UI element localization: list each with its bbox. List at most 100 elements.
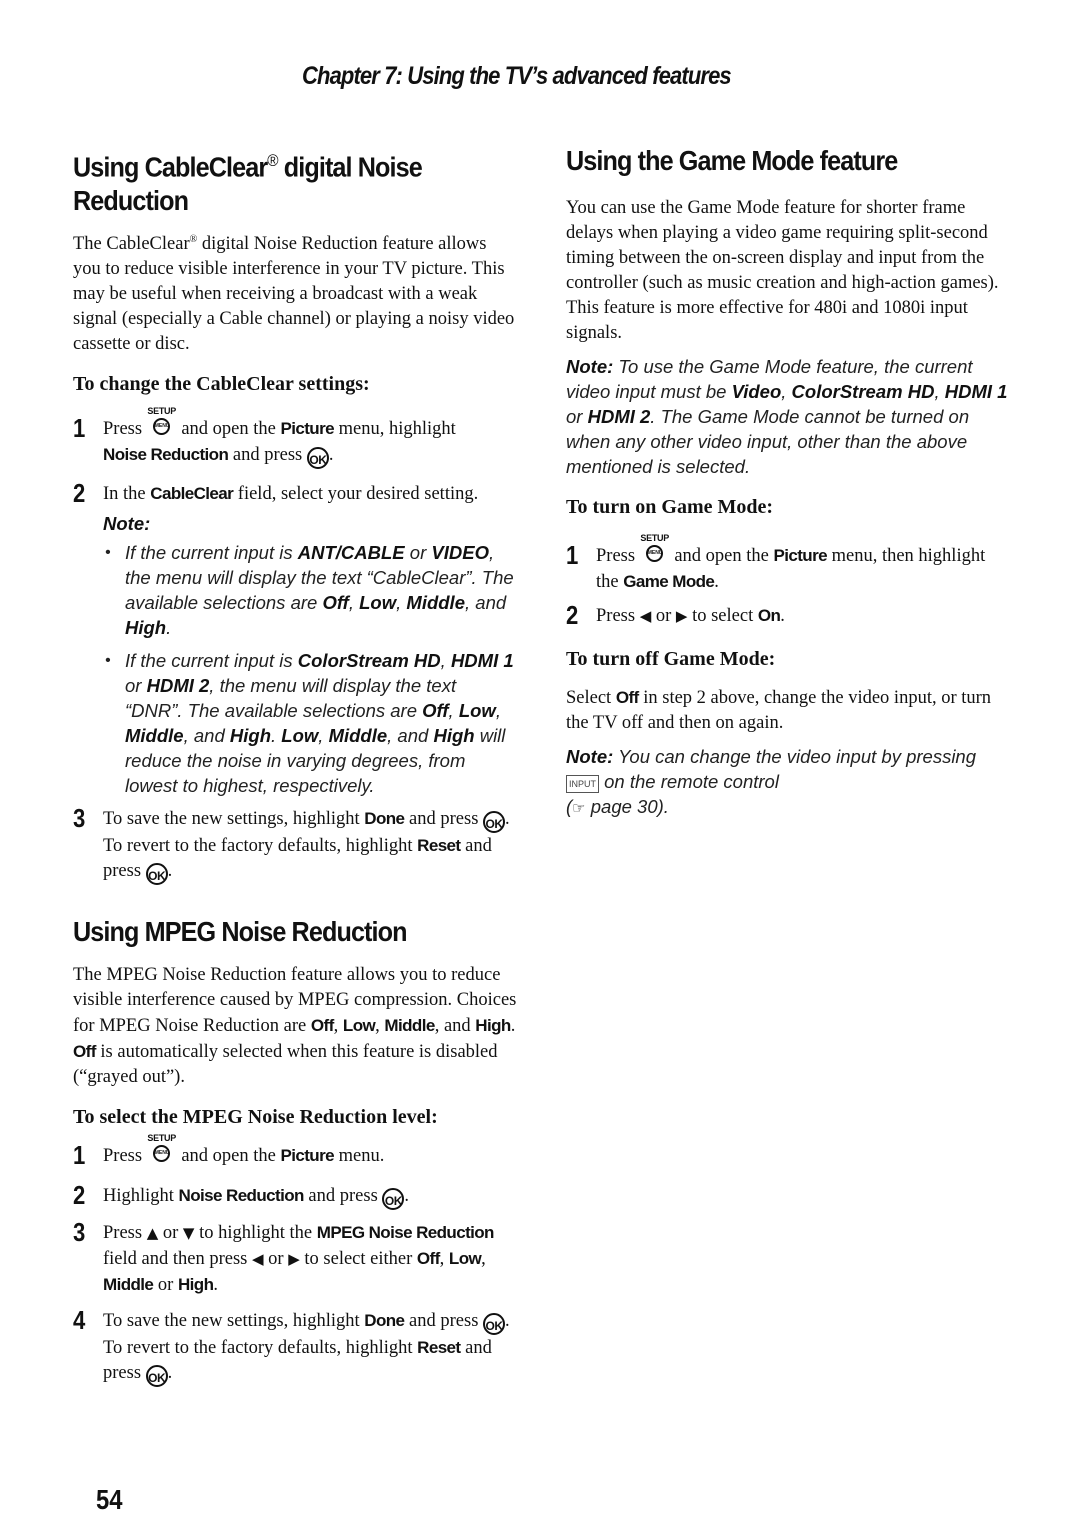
text: , xyxy=(448,700,459,722)
ui-term: HDMI 1 xyxy=(450,650,514,672)
text: to select xyxy=(687,606,758,626)
ui-term: Middle xyxy=(384,1016,435,1036)
text: , xyxy=(440,650,451,672)
text: , xyxy=(396,592,407,614)
turn-off-text: Select Off in step 2 above, change the v… xyxy=(566,685,1011,736)
step-number: 3 xyxy=(73,803,86,834)
text: To save the new settings, highlight xyxy=(103,809,365,830)
text: , and xyxy=(183,725,230,747)
text: or xyxy=(153,1275,178,1296)
text: , xyxy=(318,725,329,747)
left-arrow-icon: ◀ xyxy=(639,607,652,625)
ok-button-icon: OK xyxy=(483,811,506,834)
text: . xyxy=(166,617,172,639)
setup-label: SETUP xyxy=(147,406,176,417)
page-reference-link[interactable]: page 30). xyxy=(586,796,669,817)
text: To revert to the factory defaults, highl… xyxy=(103,1338,418,1359)
text: or xyxy=(651,606,676,626)
mpeg-step-1: 1 Press SETUP MENU and open the Picture m… xyxy=(73,1133,518,1171)
ui-term: Middle xyxy=(406,592,465,614)
text: Press xyxy=(103,419,147,440)
ui-term: Middle xyxy=(103,1275,154,1295)
ui-term: On xyxy=(757,606,781,625)
ui-term: Noise Reduction xyxy=(178,1186,305,1206)
ui-term: High xyxy=(177,1275,214,1295)
step-number: 1 xyxy=(73,1140,86,1171)
text: , xyxy=(481,1249,486,1270)
step-number: 1 xyxy=(73,413,86,444)
text: In the xyxy=(103,484,151,505)
text: or xyxy=(158,1223,183,1244)
text: The CableClear xyxy=(73,234,190,255)
cableclear-step-1: 1 Press SETUP MENU and open the Picture m… xyxy=(73,406,518,470)
step-number: 3 xyxy=(73,1217,86,1248)
menu-label: MENU xyxy=(152,418,170,436)
ui-term: HDMI 1 xyxy=(944,381,1008,402)
ui-term: Noise Reduction xyxy=(103,445,229,465)
turn-off-heading: To turn off Game Mode: xyxy=(566,648,776,670)
heading-text: Reduction xyxy=(73,185,189,217)
ui-term: Low xyxy=(281,725,319,747)
note-label: Note: xyxy=(103,511,518,536)
text: , xyxy=(348,592,360,614)
bullet-icon: • xyxy=(105,544,111,562)
ui-term: VIDEO xyxy=(431,542,489,564)
step-number: 2 xyxy=(73,1180,86,1211)
mpeg-step-4: 4 To save the new settings, highlight Do… xyxy=(73,1305,518,1388)
cableclear-heading: Using CableClear® digital Noise Reductio… xyxy=(73,144,474,218)
ui-term: Off xyxy=(422,700,449,722)
note-label: Note: xyxy=(566,356,614,377)
note-item: • If the current input is ColorStream HD… xyxy=(103,648,518,798)
text: or xyxy=(263,1249,289,1270)
text: and press xyxy=(303,1186,383,1207)
ui-term: Low xyxy=(359,592,397,614)
step-number: 2 xyxy=(566,600,579,630)
heading-text: Using CableClear xyxy=(73,151,268,183)
ui-term: Off xyxy=(416,1249,440,1269)
text: to highlight the xyxy=(194,1223,317,1244)
text: . xyxy=(167,861,173,882)
right-arrow-icon: ▶ xyxy=(675,607,688,625)
text: . xyxy=(780,606,785,626)
mpeg-heading: Using MPEG Noise Reduction xyxy=(73,916,408,948)
text: Press xyxy=(596,606,640,626)
game-mode-intro: You can use the Game Mode feature for sh… xyxy=(566,198,999,293)
ui-term: Picture xyxy=(280,1146,334,1166)
cableclear-step-3: 3 To save the new settings, highlight Do… xyxy=(73,803,518,886)
setup-menu-button-icon: SETUP MENU xyxy=(147,406,177,438)
turn-on-step-1: 1 Press SETUP MENU and open the Picture m… xyxy=(566,533,1011,595)
left-column: Using CableClear® digital Noise Reductio… xyxy=(73,140,518,1388)
text: . xyxy=(213,1275,218,1296)
input-button-icon: INPUT xyxy=(566,775,599,793)
turn-on-heading: To turn on Game Mode: xyxy=(566,496,774,518)
page-number: 54 xyxy=(96,1484,123,1515)
bullet-icon: • xyxy=(105,652,111,670)
ui-term: ColorStream HD xyxy=(791,381,935,402)
text: . xyxy=(505,809,510,830)
text: If the current input is xyxy=(125,542,298,564)
text: Press xyxy=(103,1223,147,1244)
menu-label: MENU xyxy=(645,545,663,562)
ui-term: ColorStream HD xyxy=(297,650,441,672)
text: or xyxy=(404,542,432,564)
ui-term: Picture xyxy=(280,419,334,439)
mpeg-step-2: 2 Highlight Noise Reduction and press OK… xyxy=(73,1180,518,1211)
text: is automatically selected when this feat… xyxy=(73,1042,498,1088)
ui-term: HDMI 2 xyxy=(587,406,651,427)
game-mode-heading: Using the Game Mode feature xyxy=(566,145,898,176)
ui-term: Middle xyxy=(328,725,388,747)
text: or xyxy=(566,406,588,427)
text: , xyxy=(781,381,792,402)
text: If the current input is xyxy=(125,650,298,672)
text: , and xyxy=(387,725,434,747)
text: menu. xyxy=(333,1146,385,1167)
text: and press xyxy=(404,809,484,830)
ui-term: Low xyxy=(458,700,496,722)
step-number: 4 xyxy=(73,1305,86,1336)
turn-on-step-2: 2 Press ◀ or ▶ to select On. xyxy=(566,600,1011,630)
text: to select either xyxy=(299,1249,417,1270)
ok-button-icon: OK xyxy=(483,1313,506,1336)
text: To save the new settings, highlight xyxy=(103,1311,365,1332)
ok-button-icon: OK xyxy=(382,1188,405,1211)
text: , xyxy=(495,700,501,722)
